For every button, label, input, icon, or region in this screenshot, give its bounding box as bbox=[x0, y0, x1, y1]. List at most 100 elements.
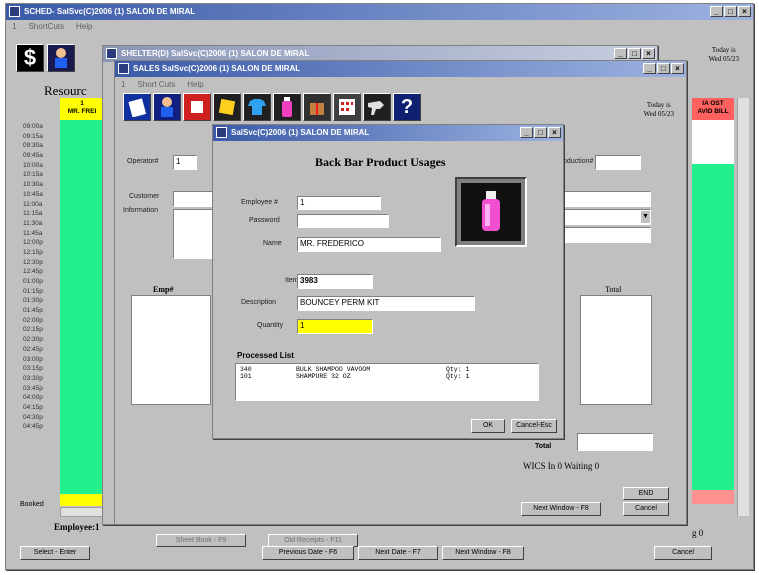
time-slot: 12:15p bbox=[23, 248, 43, 256]
person-icon[interactable] bbox=[47, 44, 75, 72]
production-label: oduction# bbox=[563, 158, 594, 165]
time-slot: 09:45a bbox=[23, 152, 43, 160]
gift-icon[interactable] bbox=[303, 93, 331, 121]
information-label: Information bbox=[123, 207, 159, 214]
menu-item-help[interactable]: Help bbox=[187, 80, 203, 91]
line-items-grid-right[interactable] bbox=[580, 295, 652, 405]
total-field bbox=[577, 433, 653, 451]
password-field[interactable] bbox=[297, 214, 389, 228]
menu-item-help[interactable]: Help bbox=[76, 22, 92, 33]
bottle-icon bbox=[461, 183, 521, 241]
cancel-esc-button[interactable]: Cancel-Esc bbox=[511, 419, 557, 433]
right-info-field-1[interactable] bbox=[563, 191, 651, 207]
quantity-field[interactable]: 1 bbox=[297, 319, 373, 334]
app-icon bbox=[118, 63, 129, 74]
time-slot: 12:30p bbox=[23, 258, 43, 266]
name-field: MR. FREDERICO bbox=[297, 237, 441, 252]
person-icon[interactable] bbox=[153, 93, 181, 121]
select-enter-button[interactable]: Select - Enter bbox=[20, 546, 90, 560]
operator-field[interactable]: 1 bbox=[173, 155, 197, 170]
list-item-code: 340 bbox=[240, 366, 252, 373]
cancel-button[interactable]: Cancel bbox=[654, 546, 712, 560]
production-field[interactable] bbox=[595, 155, 641, 170]
list-item-qty: Qty: 1 bbox=[446, 366, 470, 373]
sched-toolbar: $ bbox=[16, 44, 75, 72]
ok-button[interactable]: OK bbox=[471, 419, 505, 433]
schedule-column-header[interactable]: 1 MR. FREI bbox=[60, 98, 104, 120]
close-button[interactable]: × bbox=[738, 6, 751, 17]
calendar-icon[interactable] bbox=[333, 93, 361, 121]
time-slot: 03:30p bbox=[23, 374, 43, 382]
today-label: Today is bbox=[646, 101, 671, 109]
menu-item-shortcuts[interactable]: Short Cuts bbox=[137, 80, 175, 91]
time-slot: 01:30p bbox=[23, 297, 43, 305]
maximize-button[interactable]: □ bbox=[534, 127, 547, 138]
bottle-icon[interactable] bbox=[273, 93, 301, 121]
dollar-icon[interactable]: $ bbox=[16, 44, 44, 72]
processed-list-label: Processed List bbox=[237, 351, 294, 360]
line-items-grid[interactable] bbox=[131, 295, 211, 405]
close-button[interactable]: × bbox=[642, 48, 655, 59]
shelter-title: SHELTER(D) SalSvc(C)2006 (1) SALON DE MI… bbox=[121, 49, 310, 58]
time-slot: 11:30a bbox=[23, 219, 43, 227]
right-info-select[interactable] bbox=[563, 209, 651, 225]
employee-field[interactable]: 1 bbox=[297, 196, 381, 210]
right-info-field-3[interactable] bbox=[563, 227, 651, 243]
schedule-column2-slots[interactable] bbox=[692, 164, 734, 490]
time-slot: 10:15a bbox=[23, 171, 43, 179]
time-slot: 01:45p bbox=[23, 307, 43, 315]
chevron-down-icon[interactable]: ▼ bbox=[641, 211, 650, 223]
sched-today: Today is Wed 05/23 bbox=[709, 46, 739, 64]
sales-menubar: 1 Short Cuts Help bbox=[115, 79, 686, 91]
item-field[interactable]: 3983 bbox=[297, 274, 373, 289]
close-button[interactable]: × bbox=[671, 63, 684, 74]
time-slot: 04:15p bbox=[23, 403, 43, 411]
sticky-note-icon[interactable] bbox=[213, 93, 241, 121]
product-image bbox=[455, 177, 527, 247]
list-item[interactable]: 101 SHAMPURE 32 OZ Qty: 1 bbox=[240, 373, 534, 380]
minimize-button[interactable]: _ bbox=[643, 63, 656, 74]
sales-titlebar: SALES SalSvc(C)2006 (1) SALON DE MIRAL _… bbox=[115, 61, 686, 77]
time-slot: 01:00p bbox=[23, 278, 43, 285]
schedule-column-slots[interactable] bbox=[60, 120, 104, 494]
processed-list[interactable]: 340 BULK SHAMPOO VAVOOM Qty: 1 101 SHAMP… bbox=[235, 363, 539, 401]
next-window-button[interactable]: Next Window - F8 bbox=[521, 502, 601, 516]
list-item[interactable]: 340 BULK SHAMPOO VAVOOM Qty: 1 bbox=[240, 366, 534, 373]
next-window-button[interactable]: Next Window - F8 bbox=[442, 546, 524, 560]
list-item-code: 101 bbox=[240, 373, 252, 380]
emp-column-header: Emp# bbox=[153, 285, 174, 294]
minimize-button[interactable]: _ bbox=[710, 6, 723, 17]
tag-icon[interactable] bbox=[183, 93, 211, 121]
maximize-button[interactable]: □ bbox=[628, 48, 641, 59]
menu-item-shortcuts[interactable]: ShortCuts bbox=[28, 22, 64, 33]
close-button[interactable]: × bbox=[548, 127, 561, 138]
horizontal-scrollbar[interactable] bbox=[60, 507, 104, 517]
wics-status: WICS In 0 Waiting 0 bbox=[523, 461, 600, 471]
description-label: Description bbox=[241, 299, 277, 306]
schedule-column2-header[interactable]: IA OST AVID BILL bbox=[692, 98, 734, 120]
cancel-button[interactable]: Cancel bbox=[623, 502, 669, 516]
next-date-button[interactable]: Next Date - F7 bbox=[358, 546, 438, 560]
sheet-book-button[interactable]: Sheet Book - F9 bbox=[156, 534, 246, 547]
menu-item-1[interactable]: 1 bbox=[12, 22, 16, 33]
maximize-button[interactable]: □ bbox=[657, 63, 670, 74]
hairdryer-icon[interactable] bbox=[363, 93, 391, 121]
sched-title: SCHED- SalSvc(C)2006 (1) SALON DE MIRAL bbox=[24, 7, 196, 16]
time-slot: 02:45p bbox=[23, 345, 43, 353]
maximize-button[interactable]: □ bbox=[724, 6, 737, 17]
minimize-button[interactable]: _ bbox=[520, 127, 533, 138]
time-slot: 02:30p bbox=[23, 336, 43, 344]
time-slot: 02:00p bbox=[23, 316, 43, 324]
schedule-column2-white bbox=[692, 120, 734, 164]
notepad-icon[interactable] bbox=[123, 93, 151, 121]
help-icon[interactable]: ? bbox=[393, 93, 421, 121]
end-button[interactable]: END bbox=[623, 487, 669, 500]
app-icon bbox=[106, 48, 117, 59]
sched-menubar: 1 ShortCuts Help bbox=[6, 21, 753, 33]
menu-item-1[interactable]: 1 bbox=[121, 80, 125, 91]
vertical-scrollbar[interactable] bbox=[737, 98, 749, 516]
previous-date-button[interactable]: Previous Date - F6 bbox=[262, 546, 354, 560]
time-slot: 04:00p bbox=[23, 394, 43, 402]
shirt-icon[interactable] bbox=[243, 93, 271, 121]
minimize-button[interactable]: _ bbox=[614, 48, 627, 59]
